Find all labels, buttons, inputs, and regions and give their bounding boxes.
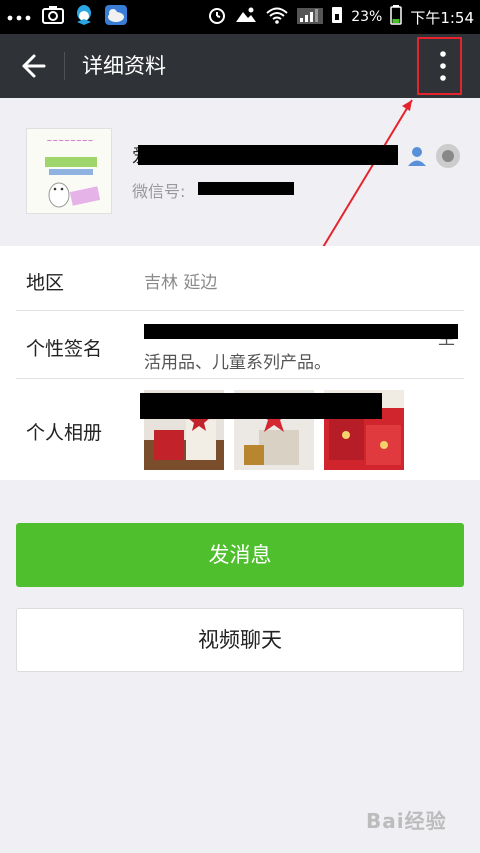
photo-icon — [235, 6, 257, 28]
weather-icon — [104, 4, 128, 30]
alarm-icon — [207, 5, 227, 29]
avatar[interactable]: ~~~~~~~~ — [26, 128, 112, 214]
wechat-id: 微信号: — [132, 178, 185, 202]
album-label: 个人相册 — [26, 422, 103, 444]
header-divider — [64, 52, 65, 80]
battery-percent: 23% — [351, 9, 383, 25]
redaction-bar — [138, 145, 398, 165]
watermark: Bai经验 — [366, 809, 447, 833]
qq-icon — [74, 4, 94, 30]
person-icon[interactable] — [406, 145, 428, 171]
video-chat-button[interactable]: 视频聊天 — [16, 608, 464, 672]
send-message-button[interactable]: 发消息 — [16, 523, 464, 587]
signature-value: 活用品、儿童系列产品。 — [144, 353, 331, 373]
region-value: 吉林 延边 — [144, 273, 218, 293]
sim-icon — [331, 6, 343, 28]
arrow-left-icon[interactable] — [14, 49, 50, 83]
details-card: 地区 吉林 延边 个性签名 活用品、儿童系列产品。 生 个人相册 — [0, 246, 480, 480]
signature-label: 个性签名 — [26, 338, 103, 360]
status-time: 下午1:54 — [410, 8, 474, 27]
more-dots-icon — [6, 8, 32, 27]
wifi-icon — [265, 6, 289, 28]
app-header: 详细资料 — [0, 34, 480, 98]
region-label: 地区 — [26, 272, 65, 294]
status-bar: 23% 下午1:54 — [0, 0, 480, 34]
svg-text:~~~~~~~~: ~~~~~~~~ — [47, 137, 94, 145]
row-divider — [16, 378, 464, 379]
vertical-dots-icon[interactable] — [424, 40, 462, 92]
signal-icon — [297, 6, 324, 28]
redaction-bar — [198, 182, 294, 195]
redaction-bar — [144, 324, 458, 339]
gray-avatar-icon[interactable] — [434, 142, 462, 174]
row-divider — [16, 310, 464, 311]
page-title: 详细资料 — [82, 54, 166, 78]
camera-icon — [42, 5, 64, 29]
profile-icons — [406, 142, 462, 174]
wechat-id-label: 微信号: — [132, 182, 186, 201]
redaction-bar — [140, 393, 382, 419]
battery-icon — [390, 5, 403, 29]
